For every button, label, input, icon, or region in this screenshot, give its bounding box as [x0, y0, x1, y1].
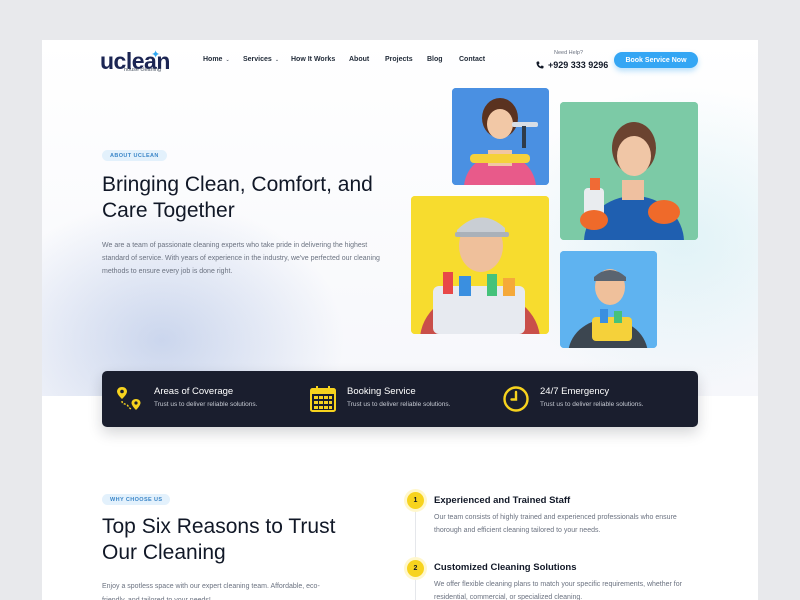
feature-desc: Trust us to deliver reliable solutions. [347, 401, 451, 408]
map-pin-route-icon [117, 387, 141, 410]
why-badge: WHY CHOOSE US [102, 494, 171, 505]
feature-desc: Trust us to deliver reliable solutions. [540, 401, 644, 408]
why-title: Top Six Reasons to Trust Our Cleaning [102, 515, 336, 564]
cleaner-photo-man-bucket [560, 251, 657, 348]
sparkle-icon: ✦ [151, 49, 161, 61]
chevron-down-icon: ⌄ [274, 56, 280, 63]
hero-description: We are a team of passionate cleaning exp… [102, 242, 380, 275]
main-nav: Home ⌄ Services ⌄ How It Works About Pro… [203, 56, 499, 63]
calendar-icon [310, 386, 336, 412]
nav-label: Home [203, 56, 223, 63]
nav-how-it-works[interactable]: How It Works [291, 56, 349, 63]
feature-desc: Trust us to deliver reliable solutions. [154, 401, 258, 408]
logo-tagline: house cleaning [124, 67, 162, 73]
chevron-down-icon: ⌄ [225, 56, 230, 63]
hero-title: Bringing Clean, Comfort, and Care Togeth… [102, 173, 373, 222]
clock-icon [503, 386, 529, 412]
nav-home[interactable]: Home ⌄ [203, 56, 243, 63]
nav-contact[interactable]: Contact [459, 56, 499, 63]
reason-number: 1 [407, 492, 424, 509]
page: uclean ✦ house cleaning Home ⌄ Services … [42, 40, 758, 600]
feature-title: Areas of Coverage [154, 386, 234, 397]
nav-label: Contact [459, 56, 486, 63]
cleaner-photo-woman-spray [560, 102, 698, 240]
nav-blog[interactable]: Blog [427, 56, 459, 63]
logo[interactable]: uclean ✦ house cleaning [100, 49, 170, 73]
reason-title: Experienced and Trained Staff [434, 495, 571, 506]
why-description: Enjoy a spotless space with our expert c… [102, 583, 320, 600]
book-service-button[interactable]: Book Service Now [614, 52, 698, 68]
timeline-line [415, 500, 416, 600]
reason-desc: Our team consists of highly trained and … [434, 514, 677, 534]
phone-icon [536, 61, 544, 69]
phone-link[interactable]: +929 333 9296 [536, 60, 608, 70]
nav-label: How It Works [291, 56, 336, 63]
reason-title: Customized Cleaning Solutions [434, 562, 577, 573]
phone-number: +929 333 9296 [548, 60, 609, 70]
nav-label: About [349, 56, 370, 63]
feature-title: Booking Service [347, 386, 416, 397]
nav-label: Blog [427, 56, 443, 63]
feature-title: 24/7 Emergency [540, 386, 610, 397]
cleaner-photo-woman-squeegee [452, 88, 549, 185]
about-badge: ABOUT UCLEAN [102, 150, 167, 161]
nav-projects[interactable]: Projects [385, 56, 427, 63]
feature-emergency: 24/7 Emergency Trust us to deliver relia… [502, 385, 643, 413]
reason-number: 2 [407, 560, 424, 577]
nav-label: Services [243, 56, 272, 63]
features-bar: Areas of Coverage Trust us to deliver re… [102, 371, 698, 427]
feature-coverage: Areas of Coverage Trust us to deliver re… [116, 385, 257, 413]
help-label: Need Help? [554, 50, 584, 56]
nav-about[interactable]: About [349, 56, 385, 63]
cleaner-photo-man-supplies [411, 196, 549, 334]
feature-booking: Booking Service Trust us to deliver reli… [309, 385, 450, 413]
nav-label: Projects [385, 56, 413, 63]
nav-services[interactable]: Services ⌄ [243, 56, 291, 63]
reason-desc: We offer flexible cleaning plans to matc… [434, 581, 682, 600]
